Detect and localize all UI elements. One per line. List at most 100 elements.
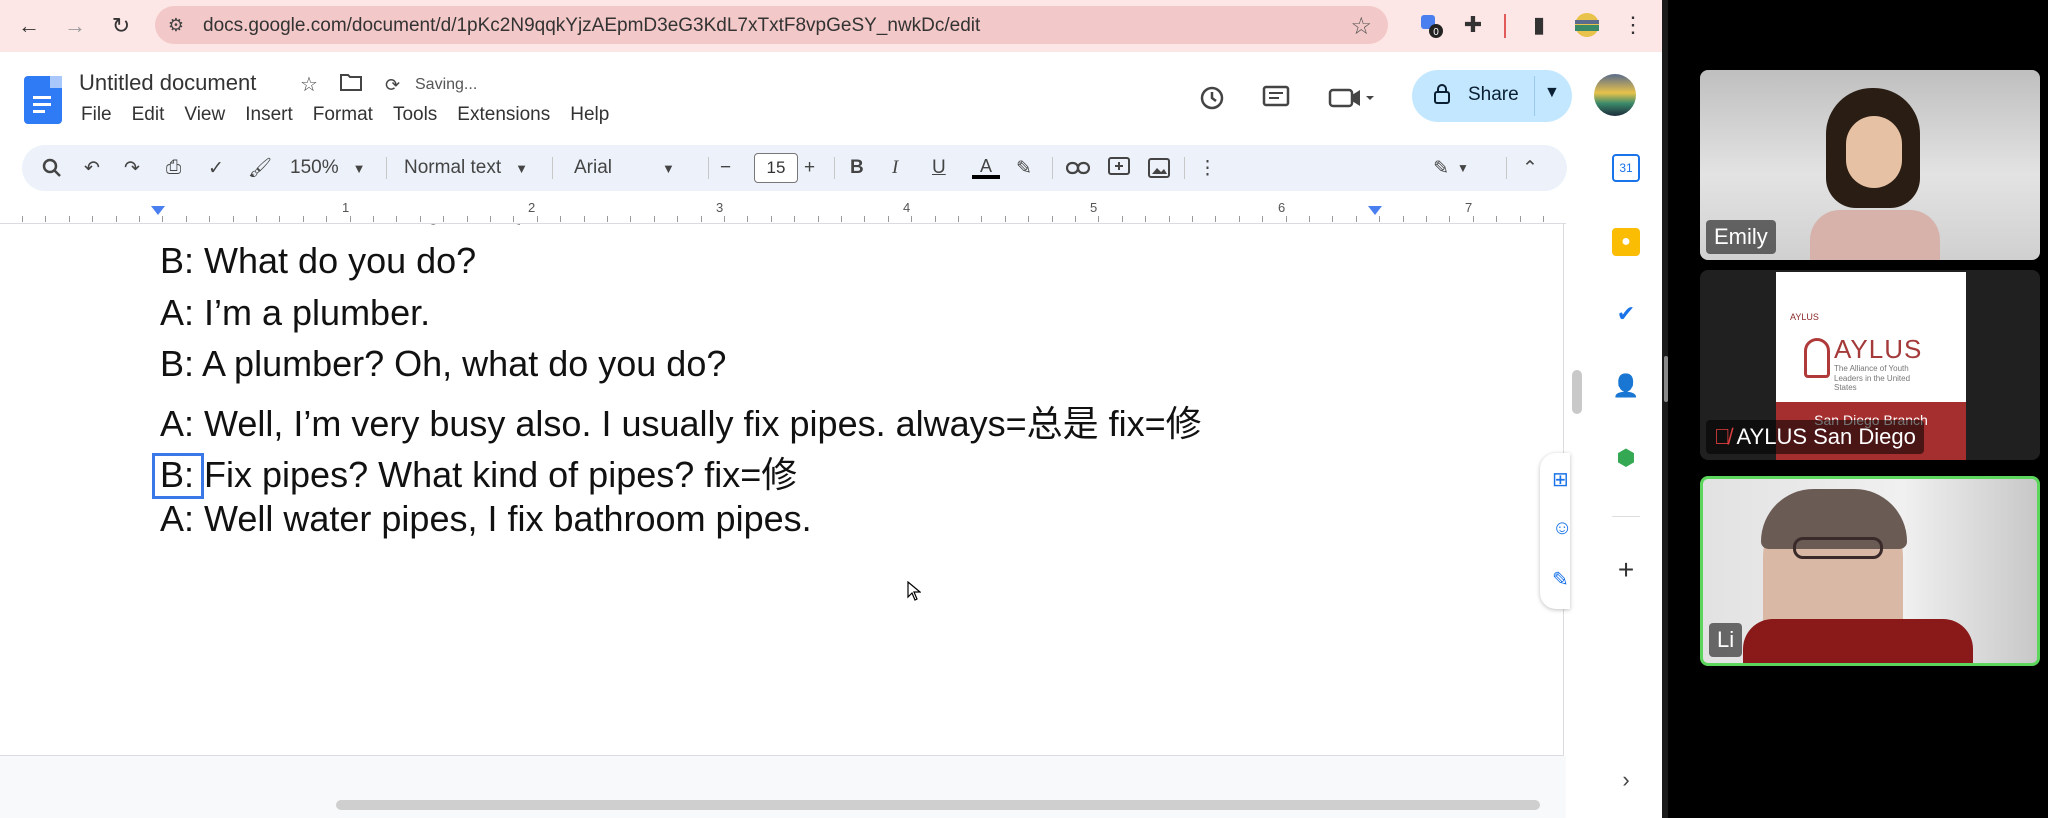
extension-badge-icon[interactable]: 0 — [1416, 10, 1446, 40]
menu-file[interactable]: File — [81, 104, 112, 126]
ruler-tick — [911, 216, 912, 222]
clipped-line: A: I don’t. I’m very busy. — [160, 224, 520, 226]
site-info-icon[interactable]: ⚙ — [165, 14, 187, 36]
bookmark-star-icon[interactable]: ☆ — [1350, 12, 1372, 41]
toolbar-divider — [1052, 157, 1053, 179]
print-icon[interactable]: ⎙ — [166, 155, 181, 181]
suggest-edits-icon[interactable]: ✎ — [1552, 567, 1574, 591]
extensions-puzzle-icon[interactable]: ✚ — [1458, 10, 1488, 40]
participant-body — [1810, 210, 1940, 260]
back-icon[interactable]: ← — [14, 12, 44, 40]
chevron-down-icon: ▼ — [662, 160, 675, 176]
menu-view[interactable]: View — [184, 104, 225, 126]
italic-icon[interactable]: I — [892, 155, 898, 181]
profile-avatar-icon[interactable] — [1572, 10, 1602, 40]
address-bar[interactable]: ⚙ docs.google.com/document/d/1pKc2N9qqkY… — [155, 6, 1388, 44]
horizontal-scrollbar[interactable] — [336, 800, 1540, 810]
docs-logo-icon[interactable] — [24, 76, 62, 124]
doc-line[interactable]: B: What do you do? — [160, 240, 476, 282]
selection-box — [152, 453, 204, 499]
doc-line[interactable]: A: I’m a plumber. — [160, 292, 430, 334]
contacts-icon[interactable]: 👤 — [1612, 372, 1640, 400]
decrease-font-size-icon[interactable]: − — [720, 155, 731, 181]
tasks-icon[interactable]: ✔ — [1612, 300, 1640, 328]
insert-image-icon[interactable] — [1148, 155, 1170, 181]
more-options-icon[interactable]: ⋮ — [1198, 155, 1217, 181]
highlight-icon[interactable]: ✎ — [1016, 155, 1032, 181]
add-addon-icon[interactable]: + — [1612, 554, 1640, 585]
link-icon[interactable] — [1066, 155, 1090, 181]
ruler-tick — [1192, 216, 1193, 222]
calendar-icon[interactable]: 31 — [1612, 154, 1640, 182]
participant-body — [1743, 619, 1973, 663]
more-vert-icon[interactable]: ⋮ — [1618, 10, 1648, 40]
collapse-menus-icon[interactable]: ⌃ — [1522, 155, 1538, 181]
font-size-input[interactable]: 15 — [754, 153, 798, 183]
menu-extensions[interactable]: Extensions — [457, 104, 550, 126]
account-avatar[interactable] — [1594, 74, 1636, 116]
star-icon[interactable]: ☆ — [300, 72, 318, 97]
forward-icon[interactable]: → — [60, 12, 90, 40]
emoji-icon[interactable]: ☺ — [1552, 517, 1574, 539]
menu-format[interactable]: Format — [313, 104, 373, 126]
document-page[interactable]: A: I don’t. I’m very busy. B: What do yo… — [0, 224, 1564, 756]
menu-tools[interactable]: Tools — [393, 104, 437, 126]
video-tile-li[interactable]: Li — [1700, 476, 2040, 666]
document-title[interactable]: Untitled document — [79, 70, 256, 96]
ruler-tick — [279, 216, 280, 222]
spellcheck-icon[interactable]: ✓ — [208, 155, 224, 181]
chevron-right-icon[interactable]: › — [1612, 766, 1640, 794]
zoom-value: 150% — [290, 157, 339, 178]
ruler-number: 4 — [903, 200, 911, 215]
editing-mode-icon[interactable]: ✎ ▼ — [1426, 155, 1476, 181]
ruler-tick — [209, 216, 210, 222]
ruler-tick — [396, 216, 397, 222]
version-history-icon[interactable] — [1194, 80, 1230, 116]
add-comment-icon[interactable]: ⊞ — [1552, 467, 1574, 491]
menu-help[interactable]: Help — [570, 104, 609, 126]
ruler-number: 5 — [1090, 200, 1098, 215]
font-select[interactable]: Arial ▼ — [574, 155, 698, 181]
ruler-tick — [841, 216, 842, 222]
share-button[interactable]: Share ▼ — [1412, 70, 1572, 122]
text-color-icon[interactable]: A — [972, 155, 1000, 181]
zoom-select[interactable]: 150% ▼ — [290, 155, 366, 181]
reload-icon[interactable]: ↻ — [106, 12, 136, 40]
underline-icon[interactable]: U — [932, 155, 946, 181]
meet-camera-icon[interactable] — [1324, 80, 1380, 116]
bold-icon[interactable]: B — [850, 155, 864, 181]
aylus-small-logo: AYLUS — [1790, 312, 1819, 322]
video-tile-aylus[interactable]: AYLUS AYLUS The Alliance of Youth Leader… — [1700, 270, 2040, 460]
video-tile-emily[interactable]: Emily — [1700, 70, 2040, 260]
add-comment-icon[interactable] — [1108, 155, 1130, 181]
left-indent-marker[interactable] — [151, 206, 165, 215]
ruler-tick — [794, 216, 795, 222]
paint-format-icon[interactable]: 🖌 — [248, 155, 272, 181]
redo-icon[interactable]: ↷ — [124, 155, 140, 181]
url-text[interactable]: docs.google.com/document/d/1pKc2N9qqkYjz… — [203, 15, 980, 37]
doc-line[interactable]: B: A plumber? Oh, what do you do? — [160, 343, 726, 385]
comments-icon[interactable] — [1258, 80, 1294, 116]
move-folder-icon[interactable] — [340, 72, 362, 98]
chevron-down-icon[interactable]: ▼ — [1544, 84, 1560, 102]
right-indent-marker[interactable] — [1368, 206, 1382, 215]
doc-line[interactable]: A: Well water pipes, I fix bathroom pipe… — [160, 498, 812, 540]
style-select[interactable]: Normal text ▼ — [404, 155, 534, 181]
menu-insert[interactable]: Insert — [245, 104, 293, 126]
ruler-tick — [233, 216, 234, 222]
maps-icon[interactable]: ⬢ — [1612, 444, 1640, 472]
increase-font-size-icon[interactable]: + — [804, 155, 815, 181]
divider-handle[interactable] — [1664, 356, 1668, 402]
search-icon[interactable] — [42, 155, 62, 181]
keep-icon[interactable]: ● — [1612, 228, 1640, 256]
share-divider — [1534, 76, 1535, 116]
doc-line[interactable]: B: Fix pipes? What kind of pipes? fix=修 — [160, 446, 797, 498]
doc-line[interactable]: A: Well, I’m very busy also. I usually f… — [160, 395, 1202, 447]
ruler-tick — [1520, 216, 1521, 222]
vertical-scrollbar[interactable] — [1572, 370, 1582, 414]
side-panel-icon[interactable]: ▮ — [1524, 10, 1554, 40]
ruler-tick — [1075, 216, 1076, 222]
ruler-tick — [958, 216, 959, 222]
menu-edit[interactable]: Edit — [132, 104, 165, 126]
undo-icon[interactable]: ↶ — [84, 155, 100, 181]
